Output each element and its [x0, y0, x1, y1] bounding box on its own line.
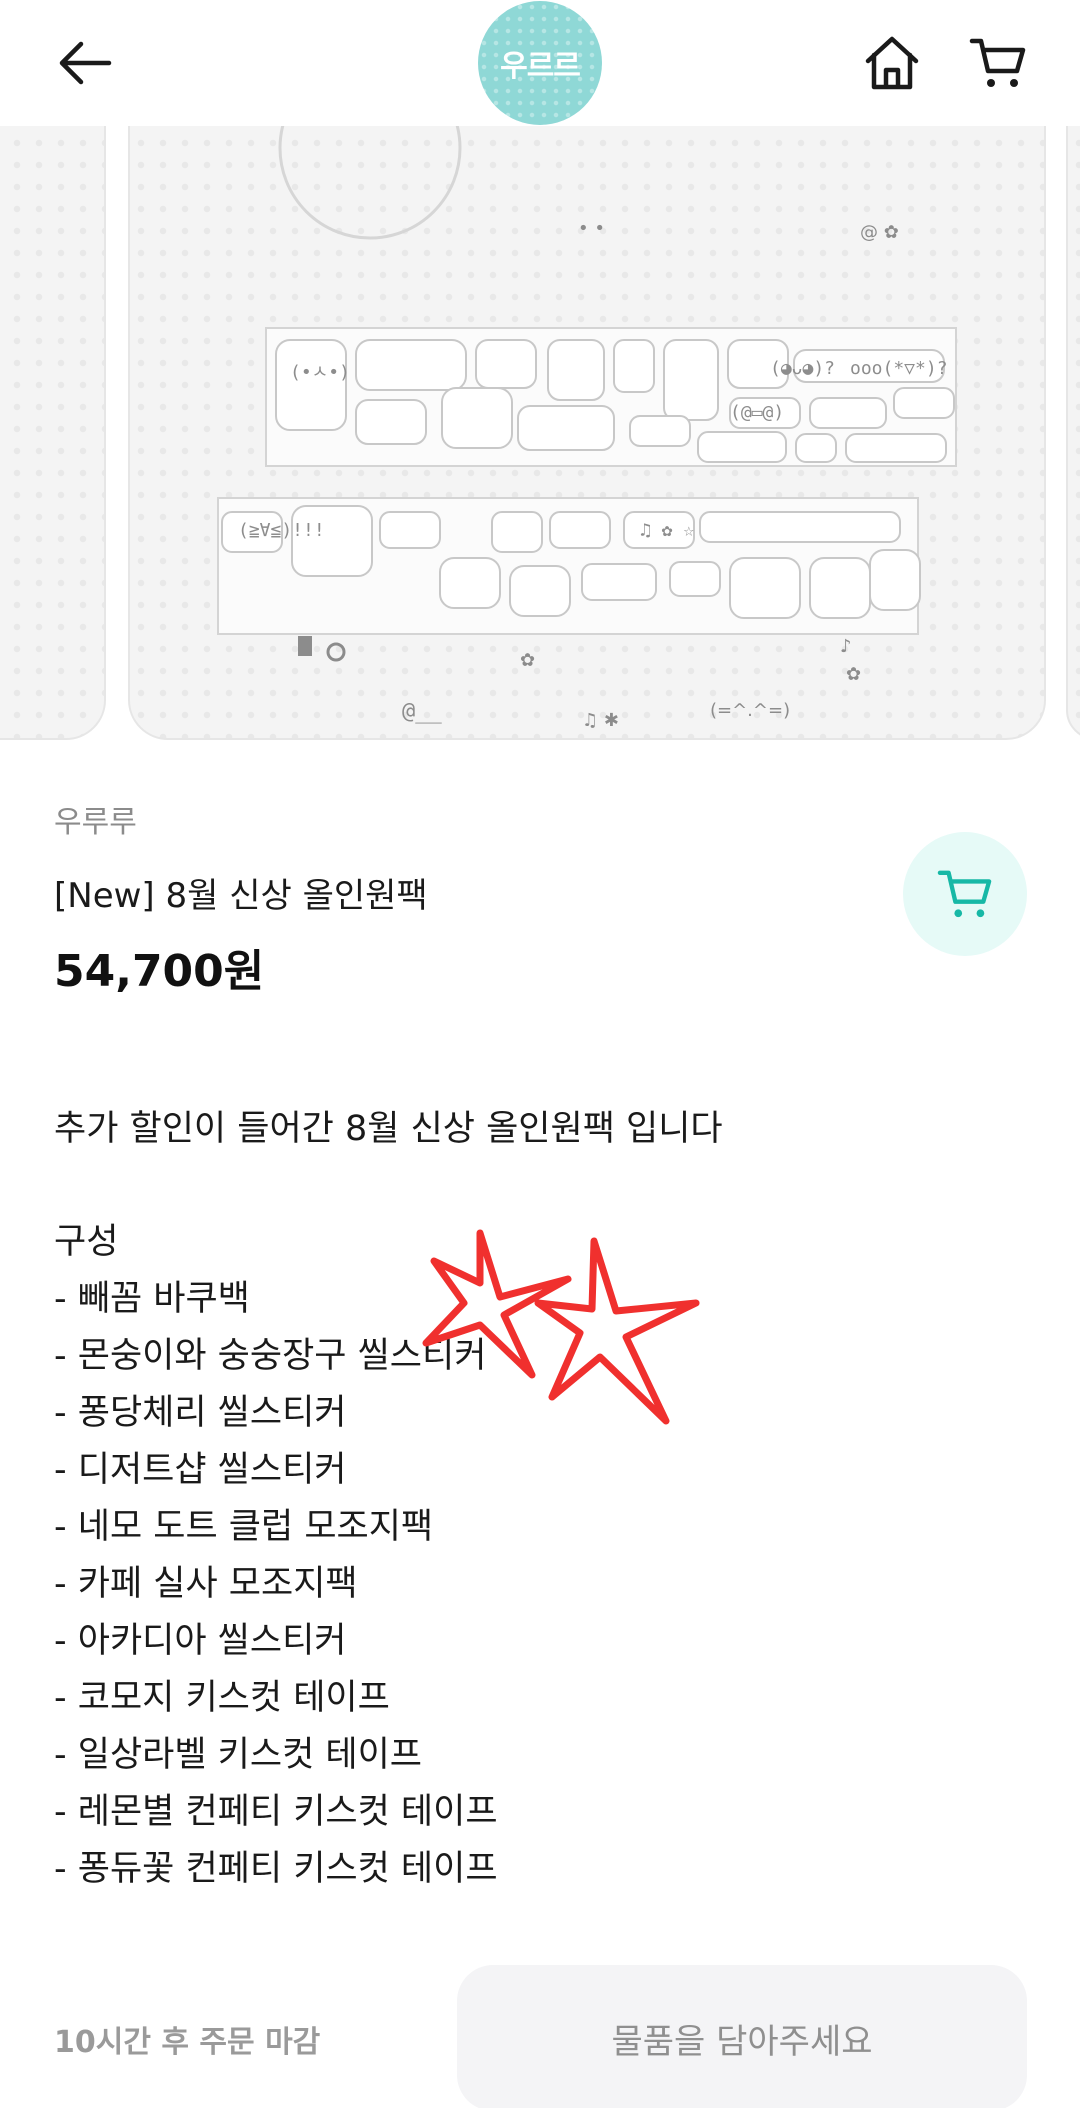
brand-name[interactable]: 우루루 — [54, 797, 137, 841]
svg-text:♪: ♪ — [840, 636, 852, 657]
composition-heading: 구성 — [54, 1222, 119, 1262]
composition-item-text: - 네모 도트 클럽 모조지팩 — [54, 1507, 434, 1547]
add-to-cart-button[interactable] — [903, 832, 1027, 956]
composition-item: - 카페 실사 모조지팩 — [54, 1556, 1014, 1613]
svg-text:(•ㅅ•): (•ㅅ•) — [290, 362, 350, 383]
product-image-carousel[interactable]: (•ㅅ•) (◕ᴗ◕)? ooo(*▽*)? (@▭@) (≧∀≦)!!! ♫ … — [0, 126, 1080, 740]
svg-text:• •: • • — [578, 218, 605, 239]
order-deadline-notice: 10시간 후 주문 마감 — [54, 2025, 321, 2060]
carousel-card-next[interactable] — [1066, 126, 1080, 740]
arrow-left-icon — [59, 41, 112, 85]
cart-icon — [937, 870, 992, 918]
composition-item-highlighted: - 레몬별 컨페티 키스컷 테이프 — [54, 1784, 1014, 1841]
description-intro: 추가 할인이 들어간 8월 신상 올인원팩 입니다 — [54, 1109, 723, 1149]
highlighted-text: - 퐁당체리 씰스티커 — [54, 1385, 346, 1442]
composition-item-highlighted: - 코모지 키스컷 테이프 — [54, 1670, 1014, 1727]
svg-text:(≧∀≦)!!!: (≧∀≦)!!! — [238, 520, 325, 541]
store-logo[interactable]: 우르르 — [478, 1, 602, 125]
svg-text:@__: @__ — [402, 699, 442, 724]
composition-item-text: - 카페 실사 모조지팩 — [54, 1564, 358, 1604]
product-price: 54,700원 — [54, 946, 265, 997]
cart-button[interactable] — [962, 30, 1034, 96]
svg-text:(@▭@): (@▭@) — [730, 402, 784, 423]
sticker-sheet-illustration: (•ㅅ•) (◕ᴗ◕)? ooo(*▽*)? (@▭@) (≧∀≦)!!! ♫ … — [217, 126, 957, 731]
product-image[interactable]: (•ㅅ•) (◕ᴗ◕)? ooo(*▽*)? (@▭@) (≧∀≦)!!! ♫ … — [128, 126, 1046, 740]
store-logo-text: 우르르 — [500, 49, 581, 84]
composition-item: - 일상라벨 키스컷 테이프 — [54, 1727, 1014, 1784]
back-button[interactable] — [50, 30, 120, 96]
svg-text:@ ✿: @ ✿ — [860, 222, 899, 243]
top-nav-bar: 우르르 — [0, 0, 1080, 126]
svg-text:(◕ᴗ◕)?: (◕ᴗ◕)? — [770, 358, 835, 379]
product-description: 추가 할인이 들어간 8월 신상 올인원팩 입니다 구성 - 빼꼼 바쿠백 - … — [54, 1101, 1014, 1898]
svg-text:(=^.^=): (=^.^=) — [710, 700, 790, 721]
composition-item-highlighted: - 몬숭이와 숭숭장구 씰스티커 — [54, 1328, 1014, 1385]
svg-text:✿: ✿ — [846, 664, 861, 685]
composition-item-highlighted: - 퐁듀꽃 컨페티 키스컷 테이프 — [54, 1841, 1014, 1898]
composition-item: - 네모 도트 클럽 모조지팩 — [54, 1499, 1014, 1556]
add-items-button-label: 물품을 담아주세요 — [611, 2021, 873, 2062]
highlighted-text: - 퐁듀꽃 컨페티 키스컷 테이프 — [54, 1841, 498, 1898]
composition-item: - 디저트샵 씰스티커 — [54, 1442, 1014, 1499]
highlighted-text: - 아카디아 씰스티커 — [54, 1613, 346, 1670]
add-items-button[interactable]: 물품을 담아주세요 — [457, 1965, 1027, 2108]
composition-item-text: - 일상라벨 키스컷 테이프 — [54, 1735, 423, 1775]
svg-text:ooo(*▽*)?: ooo(*▽*)? — [850, 358, 948, 379]
cart-icon — [969, 38, 1026, 87]
carousel-card-previous[interactable] — [0, 126, 106, 740]
svg-text:♫ ✿ ☆: ♫ ✿ ☆ — [640, 520, 694, 541]
highlighted-text: - 몬숭이와 숭숭장구 씰스티커 — [54, 1328, 486, 1385]
composition-item-text: - 디저트샵 씰스티커 — [54, 1450, 347, 1490]
composition-item: - 빼꼼 바쿠백 — [54, 1271, 1014, 1328]
home-icon — [865, 36, 919, 90]
composition-item-highlighted: - 아카디아 씰스티커 — [54, 1613, 1014, 1670]
product-title: [New] 8월 신상 올인원팩 — [54, 876, 428, 916]
highlighted-text: - 레몬별 컨페티 키스컷 테이프 — [54, 1784, 498, 1841]
composition-item-text: - 빼꼼 바쿠백 — [54, 1279, 250, 1319]
svg-text:✿: ✿ — [520, 650, 535, 671]
composition-item-highlighted: - 퐁당체리 씰스티커 — [54, 1385, 1014, 1442]
svg-text:♫ ✱: ♫ ✱ — [582, 710, 619, 731]
highlighted-text: - 코모지 키스컷 테이프 — [54, 1670, 390, 1727]
home-button[interactable] — [858, 30, 926, 96]
